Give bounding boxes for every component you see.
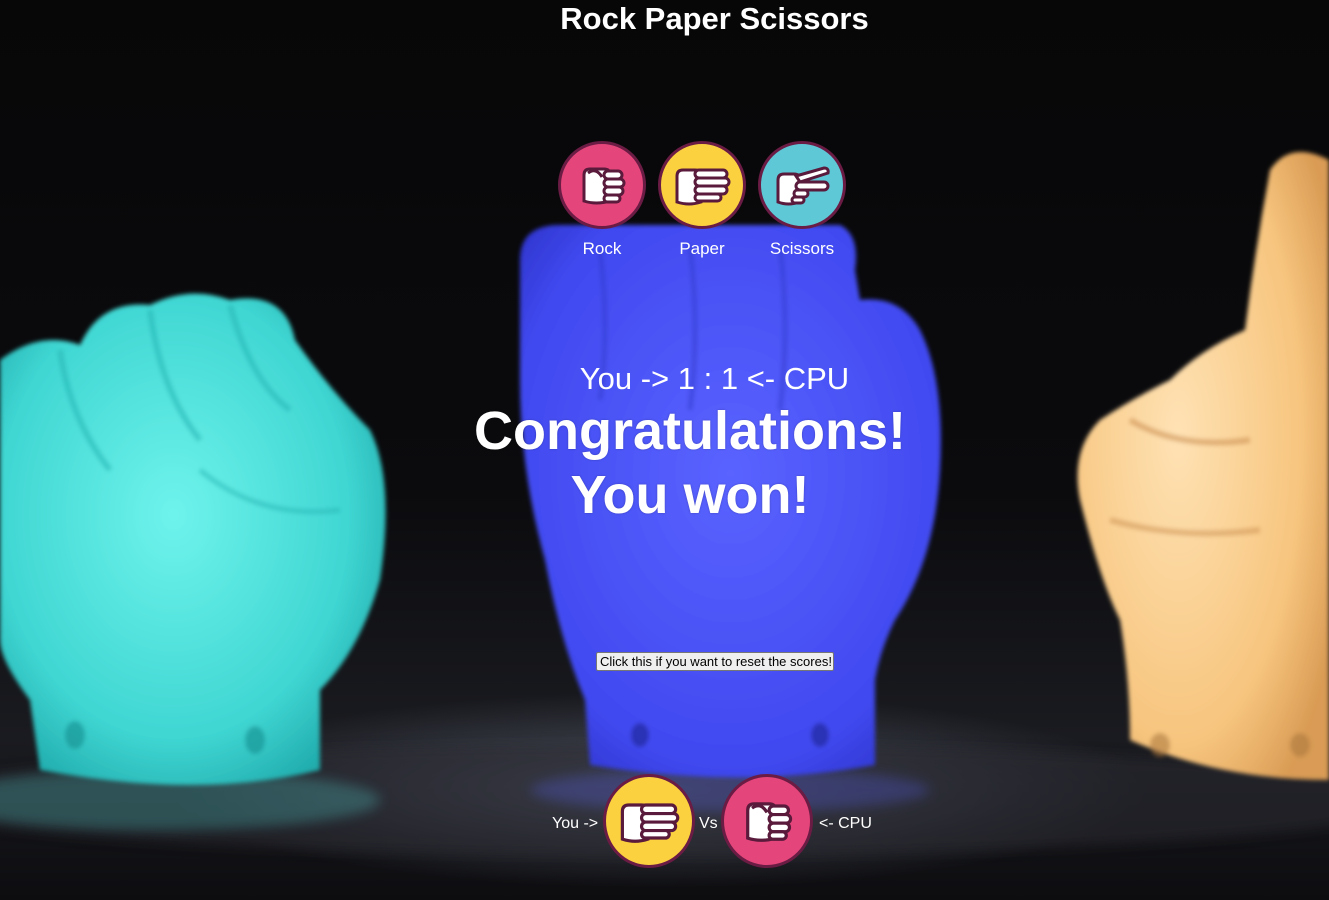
vs-label: Vs — [699, 815, 718, 832]
flat-hand-icon[interactable] — [658, 141, 746, 229]
paper-choice-button[interactable]: Paper — [652, 141, 752, 259]
rock-choice-button[interactable]: Rock — [552, 141, 652, 259]
you-label: You -> — [552, 815, 599, 832]
two-finger-hand-icon[interactable] — [758, 141, 846, 229]
player-choice-flat-hand-icon — [603, 774, 695, 868]
fist-hand-icon[interactable] — [558, 141, 646, 229]
scoreboard: You -> 1 : 1 <- CPU — [579, 361, 850, 396]
match-display: You -> Vs <- CPU — [546, 774, 886, 870]
scissors-label: Scissors — [769, 239, 835, 258]
rock-label: Rock — [582, 239, 622, 258]
choice-buttons: Rock Paper Scissors — [552, 141, 854, 271]
reset-scores-button[interactable]: Click this if you want to reset the scor… — [596, 652, 834, 671]
cpu-choice-fist-hand-icon — [721, 774, 813, 868]
page-title: Rock Paper Scissors — [560, 1, 869, 36]
result-message: Congratulations! You won! — [440, 399, 940, 527]
cpu-label: <- CPU — [819, 815, 872, 832]
scissors-choice-button[interactable]: Scissors — [752, 141, 852, 259]
result-line-1: Congratulations! — [474, 401, 906, 461]
result-line-2: You won! — [570, 465, 810, 525]
paper-label: Paper — [679, 239, 725, 258]
